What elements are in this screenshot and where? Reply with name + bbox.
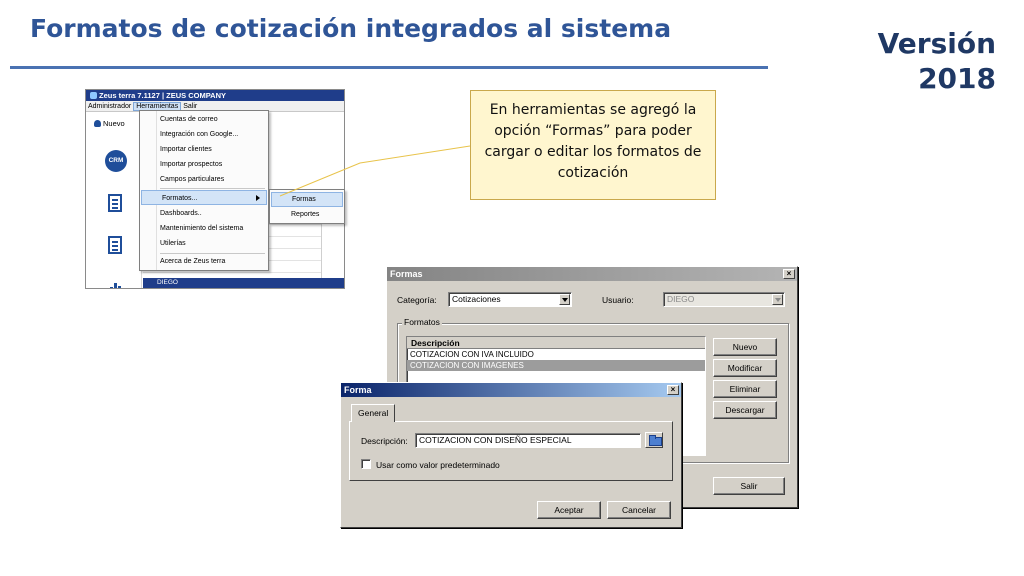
menu-item-utilerias[interactable]: Utilerías: [160, 239, 186, 249]
nuevo-button[interactable]: Nuevo: [713, 338, 777, 356]
forma-dialog: Forma × General Descripción: COTIZACION C…: [340, 382, 682, 528]
descargar-button[interactable]: Descargar: [713, 401, 777, 419]
user-label: Usuario:: [602, 295, 634, 305]
general-tab-panel: [349, 421, 673, 481]
menu-item-dashboards[interactable]: Dashboards..: [160, 209, 202, 219]
callout-line-4: cotización: [557, 165, 629, 181]
nuevo-label: Nuevo: [103, 119, 125, 128]
title-underline: [10, 66, 768, 69]
zeus-logo-icon: [90, 92, 97, 99]
tab-general[interactable]: General: [351, 404, 396, 422]
slide-title: Formatos de cotización integrados al sis…: [30, 14, 672, 43]
app-sidebar: CRM: [86, 132, 142, 288]
menu-administrador[interactable]: Administrador: [86, 103, 133, 110]
list-header-descripcion[interactable]: Descripción: [407, 337, 705, 349]
close-icon[interactable]: ×: [667, 385, 679, 395]
category-select[interactable]: Cotizaciones: [448, 292, 572, 307]
menu-item-integracion-google[interactable]: Integración con Google...: [160, 130, 238, 140]
eliminar-button[interactable]: Eliminar: [713, 380, 777, 398]
list-item[interactable]: COTIZACION CON IMAGENES: [407, 360, 705, 371]
app-title: Zeus terra 7.1127 | ZEUS COMPANY: [99, 91, 227, 100]
description-label: Descripción:: [361, 436, 408, 446]
default-value-checkbox[interactable]: [361, 459, 371, 469]
chart-icon[interactable]: [110, 282, 122, 288]
menu-item-formatos-label: Formatos...: [162, 195, 198, 202]
formas-title: Formas: [390, 269, 423, 279]
menu-item-mantenimiento[interactable]: Mantenimiento del sistema: [160, 224, 243, 234]
menu-item-importar-clientes[interactable]: Importar clientes: [160, 145, 212, 155]
forma-titlebar: Forma ×: [341, 383, 681, 397]
submenu-arrow-icon: [256, 195, 260, 201]
default-value-label: Usar como valor predeterminado: [376, 460, 500, 470]
formatos-submenu: Formas Reportes: [269, 189, 345, 224]
version-word: Versión: [877, 27, 996, 60]
menu-item-cuentas-correo[interactable]: Cuentas de correo: [160, 115, 218, 125]
user-value: DIEGO: [667, 294, 695, 304]
category-label: Categoría:: [397, 295, 437, 305]
menu-item-acerca-de[interactable]: Acerca de Zeus terra: [160, 257, 225, 267]
description-input[interactable]: COTIZACION CON DISEÑO ESPECIAL: [415, 433, 641, 448]
nuevo-button[interactable]: Nuevo: [94, 119, 125, 128]
chevron-down-icon[interactable]: [559, 294, 570, 305]
report-icon[interactable]: [108, 236, 122, 254]
menu-item-formatos[interactable]: Formatos...: [141, 190, 267, 205]
document-icon[interactable]: [108, 194, 122, 212]
crm-icon[interactable]: CRM: [105, 150, 127, 172]
folder-icon[interactable]: [645, 432, 663, 448]
aceptar-button[interactable]: Aceptar: [537, 501, 601, 519]
callout-line-1: En herramientas se agregó la: [489, 102, 697, 118]
app-titlebar: Zeus terra 7.1127 | ZEUS COMPANY: [86, 90, 344, 101]
formas-titlebar: Formas ×: [387, 267, 797, 281]
menu-item-campos-particulares[interactable]: Campos particulares: [160, 175, 224, 185]
user-select: DIEGO: [663, 292, 785, 307]
callout-line-2: opción “Formas” para poder: [494, 123, 692, 139]
menu-item-importar-prospectos[interactable]: Importar prospectos: [160, 160, 222, 170]
forma-title: Forma: [344, 385, 372, 395]
herramientas-menu: Cuentas de correo Integración con Google…: [139, 110, 269, 271]
submenu-item-reportes[interactable]: Reportes: [271, 208, 343, 223]
version-year: 2018: [918, 62, 996, 95]
callout-note: En herramientas se agregó la opción “For…: [470, 90, 716, 200]
close-icon[interactable]: ×: [783, 269, 795, 279]
formatos-group-label: Formatos: [402, 317, 442, 327]
person-icon: [94, 120, 101, 127]
list-item[interactable]: COTIZACION CON IVA INCLUIDO: [407, 349, 705, 360]
menu-salir[interactable]: Salir: [181, 103, 199, 110]
cancelar-button[interactable]: Cancelar: [607, 501, 671, 519]
chevron-down-icon: [772, 294, 783, 305]
selected-user-row[interactable]: DIEGO: [143, 278, 344, 288]
category-value: Cotizaciones: [452, 294, 501, 304]
callout-line-3: cargar o editar los formatos de: [484, 144, 702, 160]
submenu-item-formas[interactable]: Formas: [271, 192, 343, 207]
modificar-button[interactable]: Modificar: [713, 359, 777, 377]
salir-button[interactable]: Salir: [713, 477, 785, 495]
version-label: Versión 2018: [876, 26, 996, 96]
